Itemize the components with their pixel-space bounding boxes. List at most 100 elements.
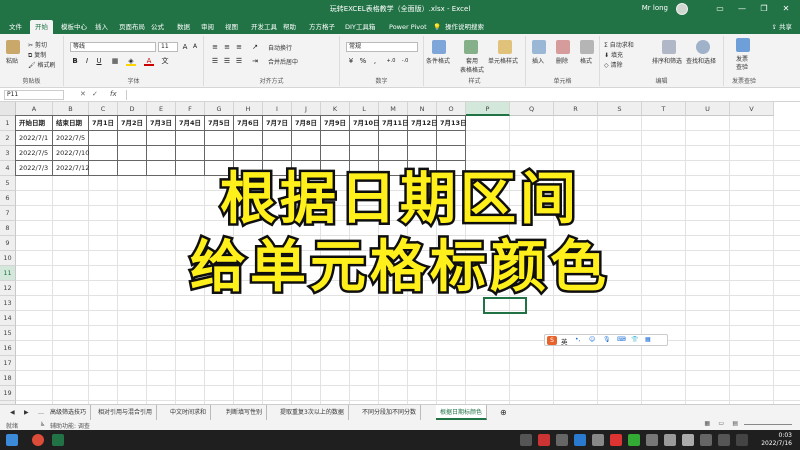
fill-button[interactable]: ⬇ 填充	[604, 50, 623, 59]
row-header-15[interactable]: 15	[0, 326, 16, 341]
header-cell[interactable]: 开始日期	[16, 116, 53, 131]
tray-icon-1[interactable]	[520, 434, 532, 446]
name-box[interactable]: P11	[4, 90, 64, 100]
header-cell[interactable]: 7月1日	[89, 116, 118, 131]
scroll-left-icon[interactable]: ◀	[6, 405, 19, 420]
col-header-d[interactable]: D	[118, 102, 147, 116]
windows-start-icon[interactable]	[6, 434, 18, 446]
align-center-icon[interactable]: ☰	[222, 56, 232, 66]
format-painter-button[interactable]: 🖌 格式刷	[28, 60, 56, 69]
avatar[interactable]	[676, 3, 688, 15]
increase-decimal-icon[interactable]: +.0	[386, 56, 396, 66]
tab-0[interactable]: 文件	[4, 20, 27, 34]
row-header-16[interactable]: 16	[0, 341, 16, 356]
tray-icon-13[interactable]	[736, 434, 748, 446]
format-table-icon[interactable]	[464, 40, 478, 54]
ime-keyboard-icon[interactable]: ⌨	[617, 336, 626, 343]
enter-icon[interactable]: ✓	[92, 90, 98, 98]
zoom-slider[interactable]	[744, 424, 792, 425]
italic-button[interactable]: I	[82, 56, 92, 66]
tab-9[interactable]: 开发工具	[246, 20, 282, 34]
col-header-b[interactable]: B	[53, 102, 89, 116]
tab-10[interactable]: 帮助	[278, 20, 301, 34]
align-right-icon[interactable]: ☰	[234, 56, 244, 66]
ime-emoji-icon[interactable]: ☺	[589, 336, 595, 343]
find-select-button[interactable]: 查找和选择	[686, 56, 716, 65]
conditional-format-button[interactable]: 条件格式	[426, 56, 450, 65]
font-name-combo[interactable]: 等线	[70, 42, 156, 52]
header-cell[interactable]: 7月9日	[321, 116, 350, 131]
ime-voice-icon[interactable]: 🎙	[603, 336, 611, 343]
tab-3[interactable]: 插入	[90, 20, 113, 34]
tray-icon-8[interactable]	[646, 434, 658, 446]
data-cell[interactable]: 2022/7/5	[53, 131, 89, 146]
tab-13[interactable]: Power Pivot	[384, 20, 432, 34]
header-cell[interactable]: 7月2日	[118, 116, 147, 131]
chrome-icon[interactable]	[32, 434, 44, 446]
cut-button[interactable]: ✂ 剪切	[28, 40, 47, 49]
col-header-k[interactable]: K	[321, 102, 350, 116]
format-cells-icon[interactable]	[580, 40, 594, 54]
cancel-icon[interactable]: ✕	[80, 90, 86, 98]
data-cell[interactable]: 2022/7/1	[16, 131, 53, 146]
delete-cells-button[interactable]: 删除	[556, 56, 568, 65]
row-header-18[interactable]: 18	[0, 371, 16, 386]
minimize-button[interactable]: —	[732, 2, 752, 16]
tray-icon-10[interactable]	[682, 434, 694, 446]
col-header-m[interactable]: M	[379, 102, 408, 116]
tray-icon-6[interactable]	[610, 434, 622, 446]
delete-cells-icon[interactable]	[556, 40, 570, 54]
insert-function-button[interactable]: fx	[110, 90, 117, 98]
number-format-combo[interactable]: 常规	[346, 42, 418, 52]
header-cell[interactable]: 7月13日	[437, 116, 466, 131]
formula-input[interactable]	[126, 90, 796, 100]
col-header-f[interactable]: F	[176, 102, 205, 116]
underline-button[interactable]: U	[94, 56, 104, 66]
col-header-h[interactable]: H	[234, 102, 263, 116]
shrink-font-icon[interactable]: A	[190, 42, 200, 52]
ime-language[interactable]: 英	[561, 336, 568, 346]
select-all-corner[interactable]	[0, 102, 16, 116]
header-cell[interactable]: 7月12日	[408, 116, 437, 131]
row-header-19[interactable]: 19	[0, 386, 16, 401]
fill-color-icon[interactable]: ◈	[126, 56, 136, 66]
border-icon[interactable]: ▦	[110, 56, 120, 66]
conditional-format-icon[interactable]	[432, 40, 446, 54]
header-cell[interactable]: 7月6日	[234, 116, 263, 131]
format-cells-button[interactable]: 格式	[580, 56, 592, 65]
paste-button[interactable]: 粘贴	[6, 56, 18, 65]
col-header-c[interactable]: C	[89, 102, 118, 116]
page-layout-icon[interactable]: ▭	[718, 420, 724, 427]
row-header-14[interactable]: 14	[0, 311, 16, 326]
header-cell[interactable]: 7月11日	[379, 116, 408, 131]
tray-icon-7[interactable]	[628, 434, 640, 446]
accessibility-status[interactable]: 辅助功能: 调查	[50, 421, 90, 430]
header-cell[interactable]: 结束日期	[53, 116, 89, 131]
decrease-decimal-icon[interactable]: -.0	[400, 56, 410, 66]
sheet-tab-1[interactable]: 相对引用与混合引用	[94, 405, 158, 420]
paste-icon[interactable]	[6, 40, 20, 54]
cell-styles-button[interactable]: 单元格样式	[488, 56, 518, 65]
header-cell[interactable]: 7月5日	[205, 116, 234, 131]
wrap-text-button[interactable]: 自动换行	[268, 43, 292, 52]
currency-icon[interactable]: ¥	[346, 56, 356, 66]
clear-button[interactable]: ◇ 清除	[604, 60, 623, 69]
col-header-o[interactable]: O	[437, 102, 466, 116]
system-clock[interactable]: 0:03 2022/7/16	[761, 432, 792, 448]
sheet-tab-4[interactable]: 提取重复3次以上的数据	[276, 405, 349, 420]
ime-tools-icon[interactable]: ▦	[645, 336, 651, 343]
tab-6[interactable]: 数据	[172, 20, 195, 34]
align-middle-icon[interactable]: ≡	[222, 42, 232, 52]
tray-icon-3[interactable]	[556, 434, 568, 446]
col-header-g[interactable]: G	[205, 102, 234, 116]
tray-icon-4[interactable]	[574, 434, 586, 446]
phonetic-icon[interactable]: 文	[160, 56, 170, 66]
share-button[interactable]: ⇪ 共享	[771, 20, 792, 34]
align-bottom-icon[interactable]: ≡	[234, 42, 244, 52]
excel-taskbar-icon[interactable]	[52, 434, 64, 446]
format-table-button[interactable]: 套用 表格格式	[460, 56, 484, 74]
cell-styles-icon[interactable]	[498, 40, 512, 54]
sort-filter-button[interactable]: 排序和筛选	[652, 56, 682, 65]
header-cell[interactable]: 7月10日	[350, 116, 379, 131]
invoice-label-2[interactable]: 查验	[736, 62, 748, 71]
